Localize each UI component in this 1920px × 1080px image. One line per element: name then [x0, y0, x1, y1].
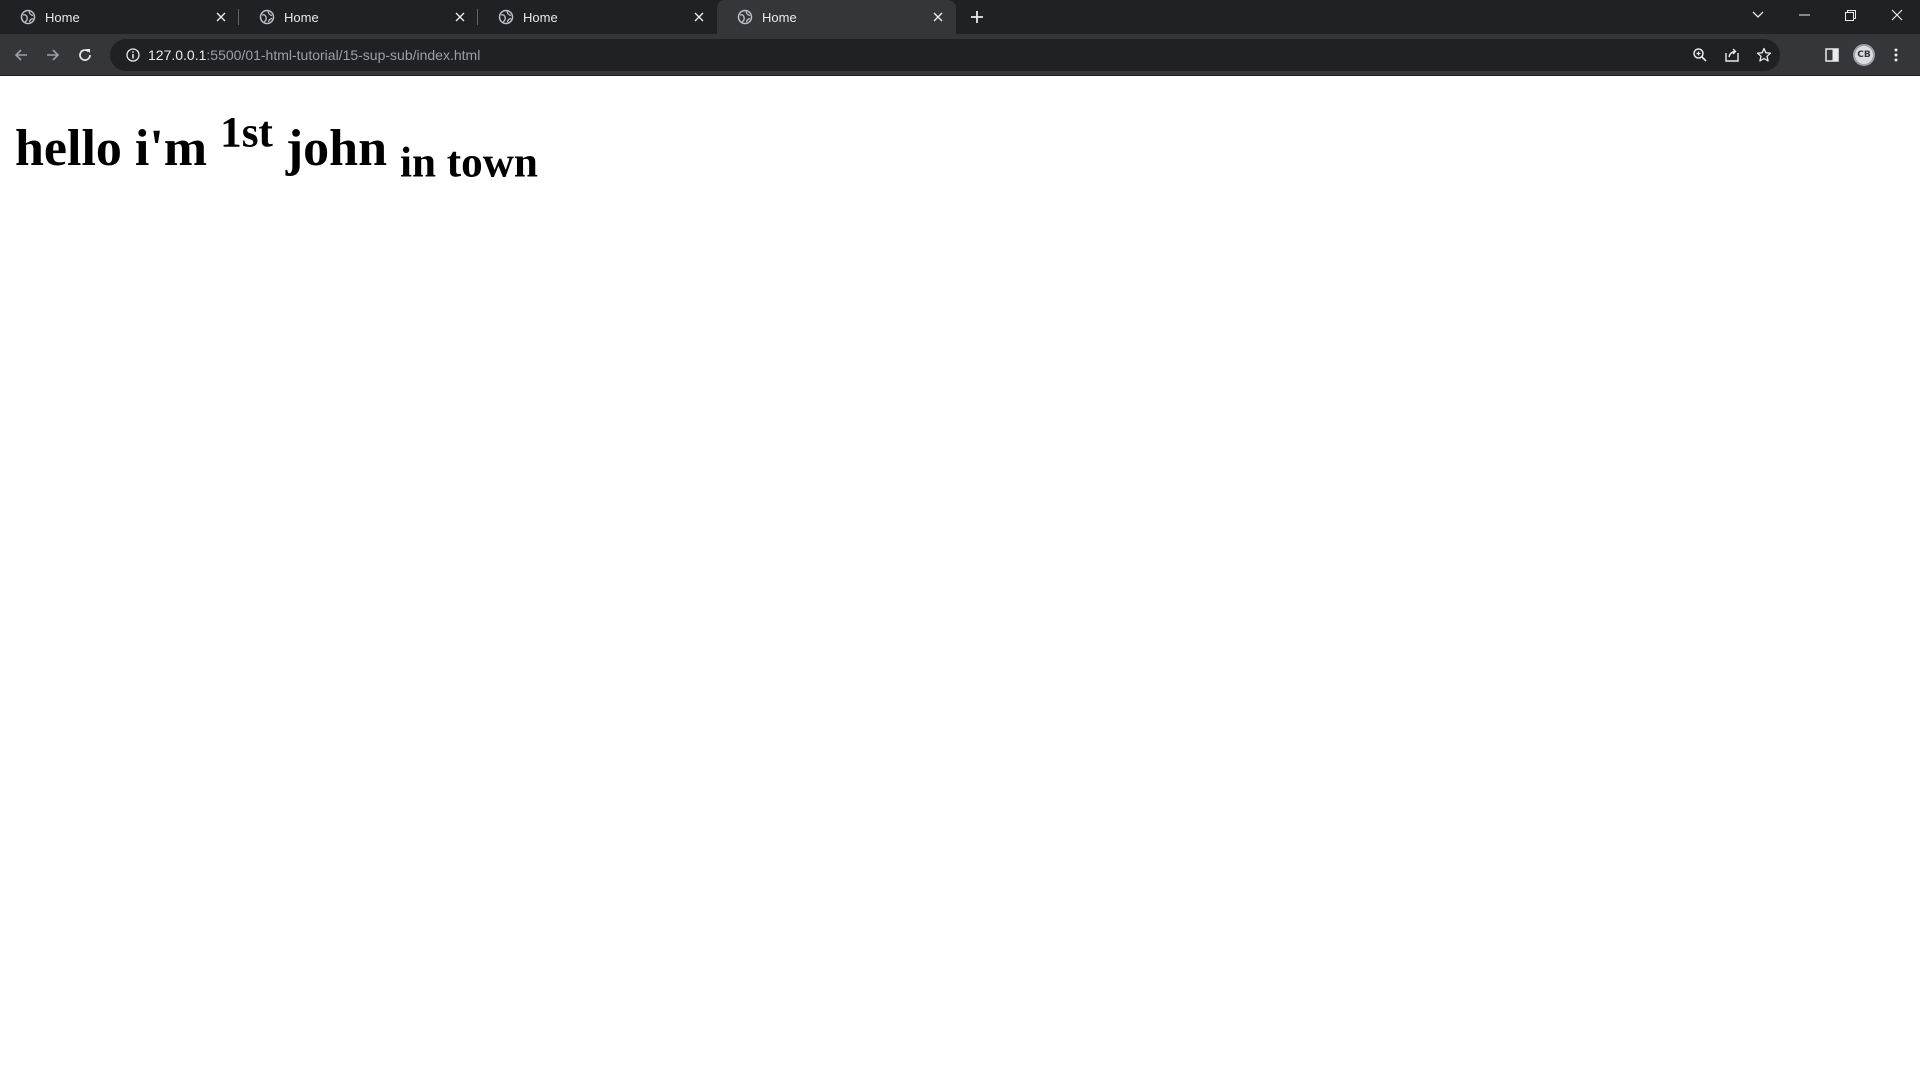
close-tab-icon[interactable]	[211, 7, 231, 27]
menu-kebab-icon[interactable]	[1880, 39, 1912, 71]
tab-title: Home	[45, 9, 80, 25]
url-path: :5500/01-html-tutorial/15-sup-sub/index.…	[206, 47, 481, 63]
tab-title: Home	[762, 9, 797, 25]
close-tab-icon[interactable]	[450, 7, 470, 27]
profile-button[interactable]: CB	[1848, 39, 1880, 71]
restore-icon	[1844, 9, 1856, 21]
minimize-icon	[1798, 14, 1810, 16]
forward-button[interactable]	[37, 39, 69, 71]
browser-tab-active[interactable]: Home	[717, 0, 956, 34]
avatar: CB	[1853, 44, 1875, 66]
url-host: 127.0.0.1	[148, 47, 207, 63]
browser-tab[interactable]: Home	[239, 0, 478, 34]
address-bar[interactable]: 127.0.0.1:5500/01-html-tutorial/15-sup-s…	[110, 39, 1780, 71]
site-info-icon[interactable]	[118, 39, 148, 71]
superscript-text: 1st	[220, 109, 273, 157]
tab-title: Home	[523, 9, 558, 25]
tab-strip: Home Home Home Home	[0, 0, 1920, 34]
close-tab-icon[interactable]	[928, 7, 948, 27]
plus-icon	[971, 11, 983, 23]
chevron-down-icon	[1752, 11, 1764, 18]
reload-button[interactable]	[69, 39, 101, 71]
restore-button[interactable]	[1827, 0, 1873, 30]
tab-title: Home	[284, 9, 319, 25]
omnibox-actions	[1684, 39, 1780, 71]
url-text[interactable]: 127.0.0.1:5500/01-html-tutorial/15-sup-s…	[148, 47, 480, 63]
globe-icon	[498, 9, 514, 25]
share-icon[interactable]	[1716, 39, 1748, 71]
tab-search-button[interactable]	[1735, 0, 1781, 30]
toolbar-actions: CB	[1816, 39, 1912, 71]
close-tab-icon[interactable]	[689, 7, 709, 27]
bookmark-star-icon[interactable]	[1748, 39, 1780, 71]
new-tab-button[interactable]	[960, 0, 994, 34]
browser-tab[interactable]: Home	[0, 0, 239, 34]
back-button[interactable]	[5, 39, 37, 71]
arrow-right-icon	[47, 49, 60, 61]
globe-icon	[259, 9, 275, 25]
minimize-button[interactable]	[1781, 0, 1827, 30]
heading-text-start: hello i'm	[15, 120, 221, 177]
page-heading: hello i'm 1st john in town	[15, 112, 538, 185]
page-viewport: hello i'm 1st john in town	[0, 77, 1920, 1080]
reload-icon	[79, 49, 91, 61]
side-panel-icon[interactable]	[1816, 39, 1848, 71]
globe-icon	[20, 9, 36, 25]
zoom-icon[interactable]	[1684, 39, 1716, 71]
browser-toolbar: 127.0.0.1:5500/01-html-tutorial/15-sup-s…	[0, 34, 1920, 76]
browser-tab[interactable]: Home	[478, 0, 717, 34]
heading-text-middle: john	[272, 120, 401, 177]
subscript-text: in town	[400, 139, 538, 187]
globe-icon	[737, 9, 753, 25]
arrow-left-icon	[14, 49, 27, 61]
close-window-button[interactable]	[1874, 0, 1920, 30]
close-icon	[1891, 9, 1903, 21]
